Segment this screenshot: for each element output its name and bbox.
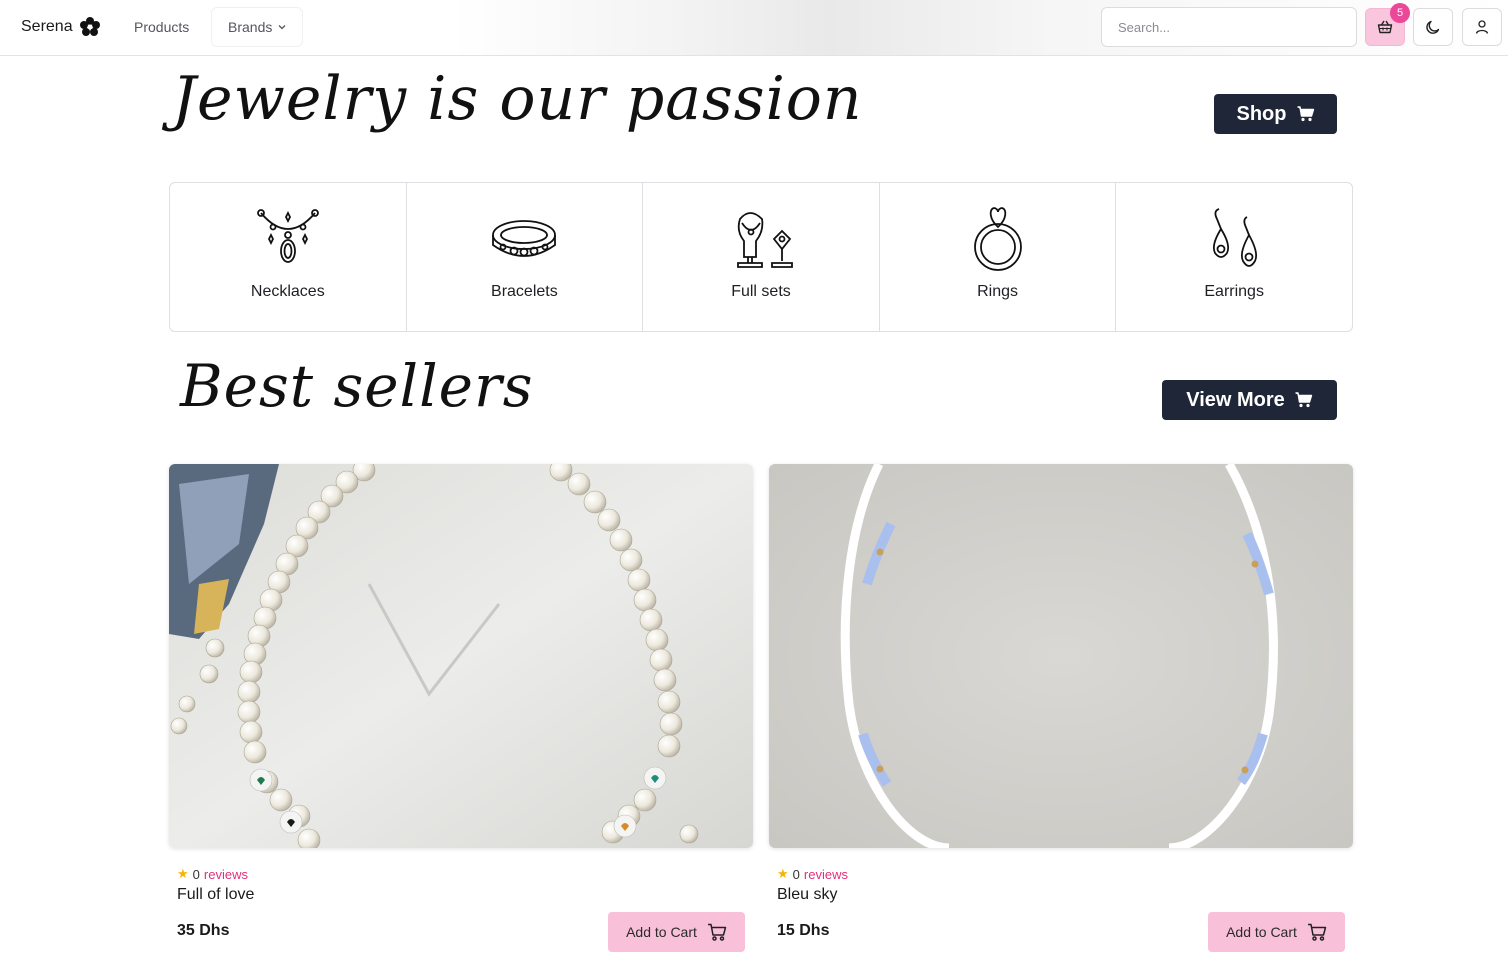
add-to-cart-button[interactable]: Add to Cart [1208, 912, 1345, 952]
jewelry-set-icon [737, 212, 793, 268]
add-to-cart-label: Add to Cart [626, 924, 697, 940]
product-name[interactable]: Bleu sky [777, 886, 837, 904]
star-icon: ★ [777, 866, 789, 881]
view-more-button[interactable]: View More [1162, 380, 1337, 420]
flower-logo-icon [79, 17, 100, 36]
cart-icon [1307, 923, 1327, 941]
cart-button[interactable]: 5 [1365, 3, 1410, 46]
moon-icon [1426, 20, 1440, 34]
add-to-cart-button[interactable]: Add to Cart [608, 912, 745, 952]
category-label: Rings [977, 283, 1019, 300]
shop-button-label: Shop [1236, 102, 1287, 125]
category-earrings[interactable]: Earrings [1116, 183, 1352, 331]
necklace-icon [256, 209, 319, 263]
star-icon: ★ [177, 866, 189, 881]
categories-grid: Necklaces Bracelets Full sets Rings Earr… [169, 182, 1353, 332]
review-count: 0 [792, 866, 800, 882]
nav-products[interactable]: Products [118, 7, 205, 47]
chevron-down-icon [278, 25, 286, 30]
category-label: Necklaces [250, 283, 325, 300]
brand-name: Serena [21, 18, 73, 35]
hero-title: Jewelry is our passion [172, 64, 863, 134]
bead-necklace-photo [769, 464, 1353, 848]
category-bracelets[interactable]: Bracelets [407, 183, 644, 331]
product-reviews: ★ 0 reviews [777, 866, 848, 882]
product-reviews: ★ 0 reviews [177, 866, 248, 882]
product-card: ★ 0 reviews Bleu sky 15 Dhs Add to Cart [769, 464, 1353, 952]
category-rings[interactable]: Rings [880, 183, 1117, 331]
best-sellers-title: Best sellers [180, 352, 534, 420]
navbar: Serena Products Brands 5 [0, 0, 1508, 56]
product-price: 15 Dhs [777, 922, 830, 939]
nav-products-label: Products [134, 19, 190, 35]
brand[interactable]: Serena [21, 16, 101, 38]
search-input[interactable] [1101, 7, 1357, 47]
product-image-pearl-necklace[interactable] [169, 464, 753, 848]
user-account-button[interactable] [1462, 8, 1502, 46]
earrings-icon [1213, 208, 1258, 267]
product-image-bead-necklace[interactable] [769, 464, 1353, 848]
category-necklaces[interactable]: Necklaces [170, 183, 407, 331]
cart-icon [707, 923, 727, 941]
view-more-label: View More [1186, 388, 1285, 411]
review-count: 0 [192, 866, 200, 882]
add-to-cart-label: Add to Cart [1226, 924, 1297, 940]
bracelet-icon [492, 220, 557, 257]
cart-count-badge: 5 [1390, 3, 1410, 23]
product-name[interactable]: Full of love [177, 886, 254, 904]
nav-brands-label: Brands [228, 19, 273, 35]
reviews-link[interactable]: reviews [804, 867, 848, 882]
pearl-necklace-photo [169, 464, 753, 848]
product-price: 35 Dhs [177, 922, 230, 939]
user-icon [1475, 20, 1489, 34]
category-label: Bracelets [491, 283, 558, 300]
ring-icon [973, 207, 1022, 271]
nav-brands-dropdown[interactable]: Brands [211, 7, 304, 47]
cart-icon [1295, 392, 1312, 408]
category-label: Full sets [731, 283, 791, 300]
basket-icon [1377, 20, 1393, 34]
category-full-sets[interactable]: Full sets [643, 183, 880, 331]
product-card: ★ 0 reviews Full of love 35 Dhs Add to C… [169, 464, 753, 952]
category-label: Earrings [1204, 283, 1264, 300]
cart-icon [1297, 106, 1314, 122]
shop-button[interactable]: Shop [1214, 94, 1337, 134]
reviews-link[interactable]: reviews [204, 867, 248, 882]
theme-toggle-button[interactable] [1413, 8, 1453, 46]
